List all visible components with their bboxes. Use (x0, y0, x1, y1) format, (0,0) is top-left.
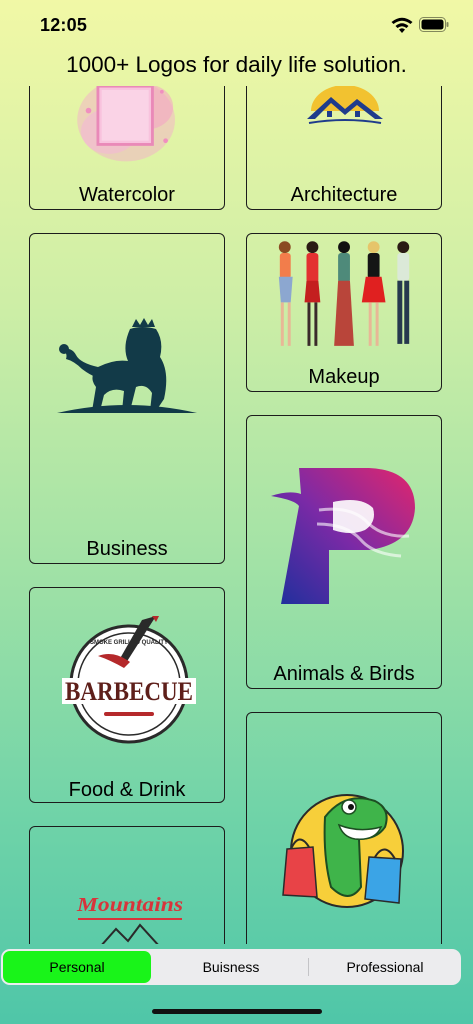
battery-icon (419, 17, 449, 32)
barbecue-title-text: BARBECUE (65, 677, 193, 706)
segmented-control[interactable]: Personal Buisness Professional (1, 949, 461, 985)
category-card-animals-birds[interactable]: Animals & Birds (246, 415, 442, 689)
status-time: 12:05 (40, 15, 88, 35)
segment-personal[interactable]: Personal (3, 951, 151, 983)
category-card-shopping[interactable] (246, 712, 442, 944)
category-grid[interactable]: Watercolor Architecture Business Makeup … (0, 86, 473, 944)
watercolor-square-image (77, 86, 175, 162)
category-card-food-drink[interactable]: SMOKE GRILLED QUALITY BARBECUE Food & Dr… (29, 587, 225, 803)
mountains-logo-text: Mountains (76, 894, 183, 916)
category-card-makeup[interactable]: Makeup (246, 233, 442, 392)
wifi-icon (391, 17, 413, 33)
segment-business[interactable]: Buisness (155, 951, 307, 983)
category-card-business[interactable]: Business (29, 233, 225, 564)
category-label: Food & Drink (68, 779, 186, 801)
dinosaur-shopping-image (282, 794, 404, 908)
segment-professional[interactable]: Professional (309, 951, 461, 983)
category-label: Animals & Birds (273, 663, 415, 685)
category-label: Watercolor (79, 184, 175, 206)
status-bar: 12:05 (0, 0, 473, 50)
fashion-women-image (278, 241, 410, 346)
category-label: Architecture (290, 184, 398, 206)
category-card-watercolor[interactable]: Watercolor (29, 86, 225, 210)
lion-logo-image (57, 318, 197, 413)
mountains-logo-image: Mountains (76, 894, 183, 944)
category-label: Business (86, 538, 168, 560)
category-label: Makeup (308, 366, 380, 388)
barbecue-badge-image: SMOKE GRILLED QUALITY BARBECUE (62, 616, 196, 744)
phoenix-p-logo-image (271, 468, 415, 604)
house-roof-logo-image (307, 86, 383, 124)
page-title: 1000+ Logos for daily life solution. (66, 52, 407, 77)
category-card-architecture[interactable]: Architecture (246, 86, 442, 210)
category-card-mountains[interactable]: Mountains (29, 826, 225, 944)
home-indicator (152, 1009, 322, 1014)
